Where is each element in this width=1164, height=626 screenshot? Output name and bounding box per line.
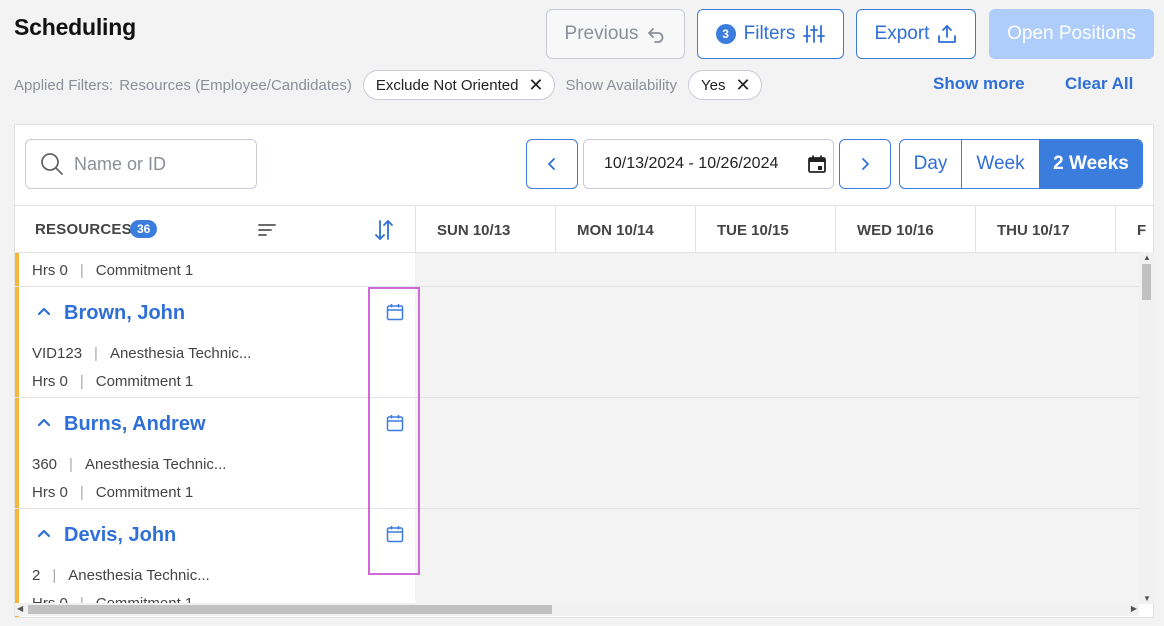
vertical-scrollbar[interactable]: ▲ ▼ — [1139, 252, 1154, 604]
resource-id: 360 — [32, 456, 58, 473]
calendar-icon[interactable] — [807, 154, 827, 174]
upload-icon — [938, 25, 957, 43]
chevron-right-icon — [862, 158, 869, 170]
row-marker — [15, 253, 19, 286]
calendar-icon[interactable] — [386, 414, 404, 432]
resource-commitment: Commitment 1 — [95, 484, 194, 501]
resource-hours: Hrs 0 — [32, 484, 68, 501]
previous-label: Previous — [564, 23, 639, 44]
prev-range-button[interactable] — [526, 139, 578, 189]
search-icon — [41, 153, 63, 175]
resource-row: Burns, Andrew 360 | Anesthesia Technic... … — [15, 398, 415, 509]
resource-role: Anesthesia Technic... — [84, 456, 227, 473]
row-marker — [15, 287, 19, 397]
resource-meta-line: Hrs 0|Commitment 1 — [32, 484, 194, 501]
scheduling-panel: 10/13/2024 - 10/26/2024 Day Week 2 Weeks… — [14, 124, 1154, 618]
scrollbar-thumb[interactable] — [1142, 264, 1151, 300]
day-header-mon: MON 10/14 — [555, 206, 695, 254]
resource-name[interactable]: Devis, John — [64, 524, 176, 547]
resource-id: VID123 — [32, 345, 83, 362]
resource-row: Devis, John 2|Anesthesia Technic... Hrs … — [15, 509, 415, 617]
chip-label: Exclude Not Oriented — [375, 76, 519, 94]
calendar-icon[interactable] — [386, 525, 404, 543]
resource-meta-line: Hrs 0|Commitment 1 — [32, 262, 194, 279]
scroll-left-arrow[interactable]: ◀ — [17, 604, 23, 613]
view-day-button[interactable]: Day — [900, 140, 962, 188]
date-range-value: 10/13/2024 - 10/26/2024 — [604, 155, 779, 172]
row-marker — [15, 398, 19, 508]
applied-filters-label: Applied Filters: — [14, 76, 114, 94]
filters-button[interactable]: 3 Filters — [697, 9, 844, 59]
close-icon[interactable]: ✕ — [735, 76, 750, 94]
resources-filter-label: Resources (Employee/Candidates) — [119, 76, 352, 94]
export-button[interactable]: Export — [856, 9, 976, 59]
day-header-fri: F — [1115, 206, 1153, 254]
filter-chip-oriented: Exclude Not Oriented ✕ — [362, 70, 555, 100]
scroll-down-arrow[interactable]: ▼ — [1143, 594, 1151, 603]
filter-chip-availability: Yes ✕ — [687, 70, 762, 100]
scrollbar-thumb[interactable] — [28, 605, 552, 614]
filters-count-badge: 3 — [715, 24, 736, 44]
resources-count-badge: 36 — [130, 220, 158, 238]
scroll-up-arrow[interactable]: ▲ — [1143, 253, 1151, 262]
clear-all-link[interactable]: Clear All — [1065, 74, 1133, 94]
resource-commitment: Commitment 1 — [95, 373, 194, 390]
view-switcher: Day Week 2 Weeks — [899, 139, 1143, 189]
sort-arrows-icon[interactable] — [373, 218, 395, 242]
view-2weeks-button[interactable]: 2 Weeks — [1040, 140, 1142, 188]
availability-filter-label: Show Availability — [565, 76, 677, 94]
sliders-icon — [803, 25, 826, 43]
chip-label: Yes — [700, 76, 726, 94]
open-positions-label: Open Positions — [1007, 23, 1136, 44]
resource-row: Brown, John VID123 | Anesthesia Technic...… — [15, 287, 415, 398]
show-more-link[interactable]: Show more — [933, 74, 1025, 94]
date-range-field[interactable]: 10/13/2024 - 10/26/2024 — [583, 139, 834, 189]
open-positions-button[interactable]: Open Positions — [989, 9, 1154, 59]
day-header-tue: TUE 10/15 — [695, 206, 835, 254]
resource-meta-line: VID123 | Anesthesia Technic... — [32, 345, 252, 362]
view-week-button[interactable]: Week — [962, 140, 1040, 188]
chevron-up-icon[interactable] — [37, 528, 51, 538]
close-icon[interactable]: ✕ — [528, 76, 543, 94]
search-box — [25, 139, 257, 189]
previous-button[interactable]: Previous — [546, 9, 685, 59]
scroll-right-arrow[interactable]: ▶ — [1131, 604, 1137, 613]
calendar-icon[interactable] — [386, 303, 404, 321]
schedule-grid[interactable] — [415, 253, 1139, 605]
resource-name[interactable]: Brown, John — [64, 302, 185, 325]
resource-id: 2 — [32, 567, 41, 584]
schedule-header: RESOURCES 36 SUN 10/13 MON 10/14 TUE 10/… — [15, 205, 1153, 254]
resource-meta-line: Hrs 0|Commitment 1 — [32, 373, 194, 390]
resource-hours: Hrs 0 — [32, 262, 68, 279]
horizontal-scrollbar[interactable]: ◀ ▶ — [15, 603, 1139, 616]
resource-row: Hrs 0 | Commitment 1 — [15, 253, 415, 287]
resource-hours: Hrs 0 — [32, 373, 68, 390]
day-header-sun: SUN 10/13 — [415, 206, 555, 254]
resource-commitment: Commitment 1 — [95, 262, 194, 279]
next-range-button[interactable] — [839, 139, 891, 189]
sort-lines-icon[interactable] — [257, 221, 277, 239]
resource-role: Anesthesia Technic... — [109, 345, 252, 362]
undo-icon — [648, 28, 664, 43]
day-header-wed: WED 10/16 — [835, 206, 975, 254]
search-input[interactable] — [74, 153, 244, 175]
resource-meta-line: 360 | Anesthesia Technic... — [32, 456, 227, 473]
resource-role: Anesthesia Technic... — [68, 567, 210, 584]
chevron-left-icon — [548, 158, 555, 170]
resource-meta-line: 2 | Anesthesia Technic... — [32, 567, 210, 584]
day-header-thu: THU 10/17 — [975, 206, 1115, 254]
applied-filters: Applied Filters: Resources (Employee/Can… — [14, 70, 762, 100]
chevron-up-icon[interactable] — [37, 417, 51, 427]
row-marker — [15, 509, 19, 617]
filters-label: Filters — [743, 23, 796, 44]
export-label: Export — [874, 23, 930, 44]
resources-header: RESOURCES — [35, 221, 132, 238]
page-title: Scheduling — [14, 14, 136, 40]
chevron-up-icon[interactable] — [37, 306, 51, 316]
resource-name[interactable]: Burns, Andrew — [64, 413, 206, 436]
